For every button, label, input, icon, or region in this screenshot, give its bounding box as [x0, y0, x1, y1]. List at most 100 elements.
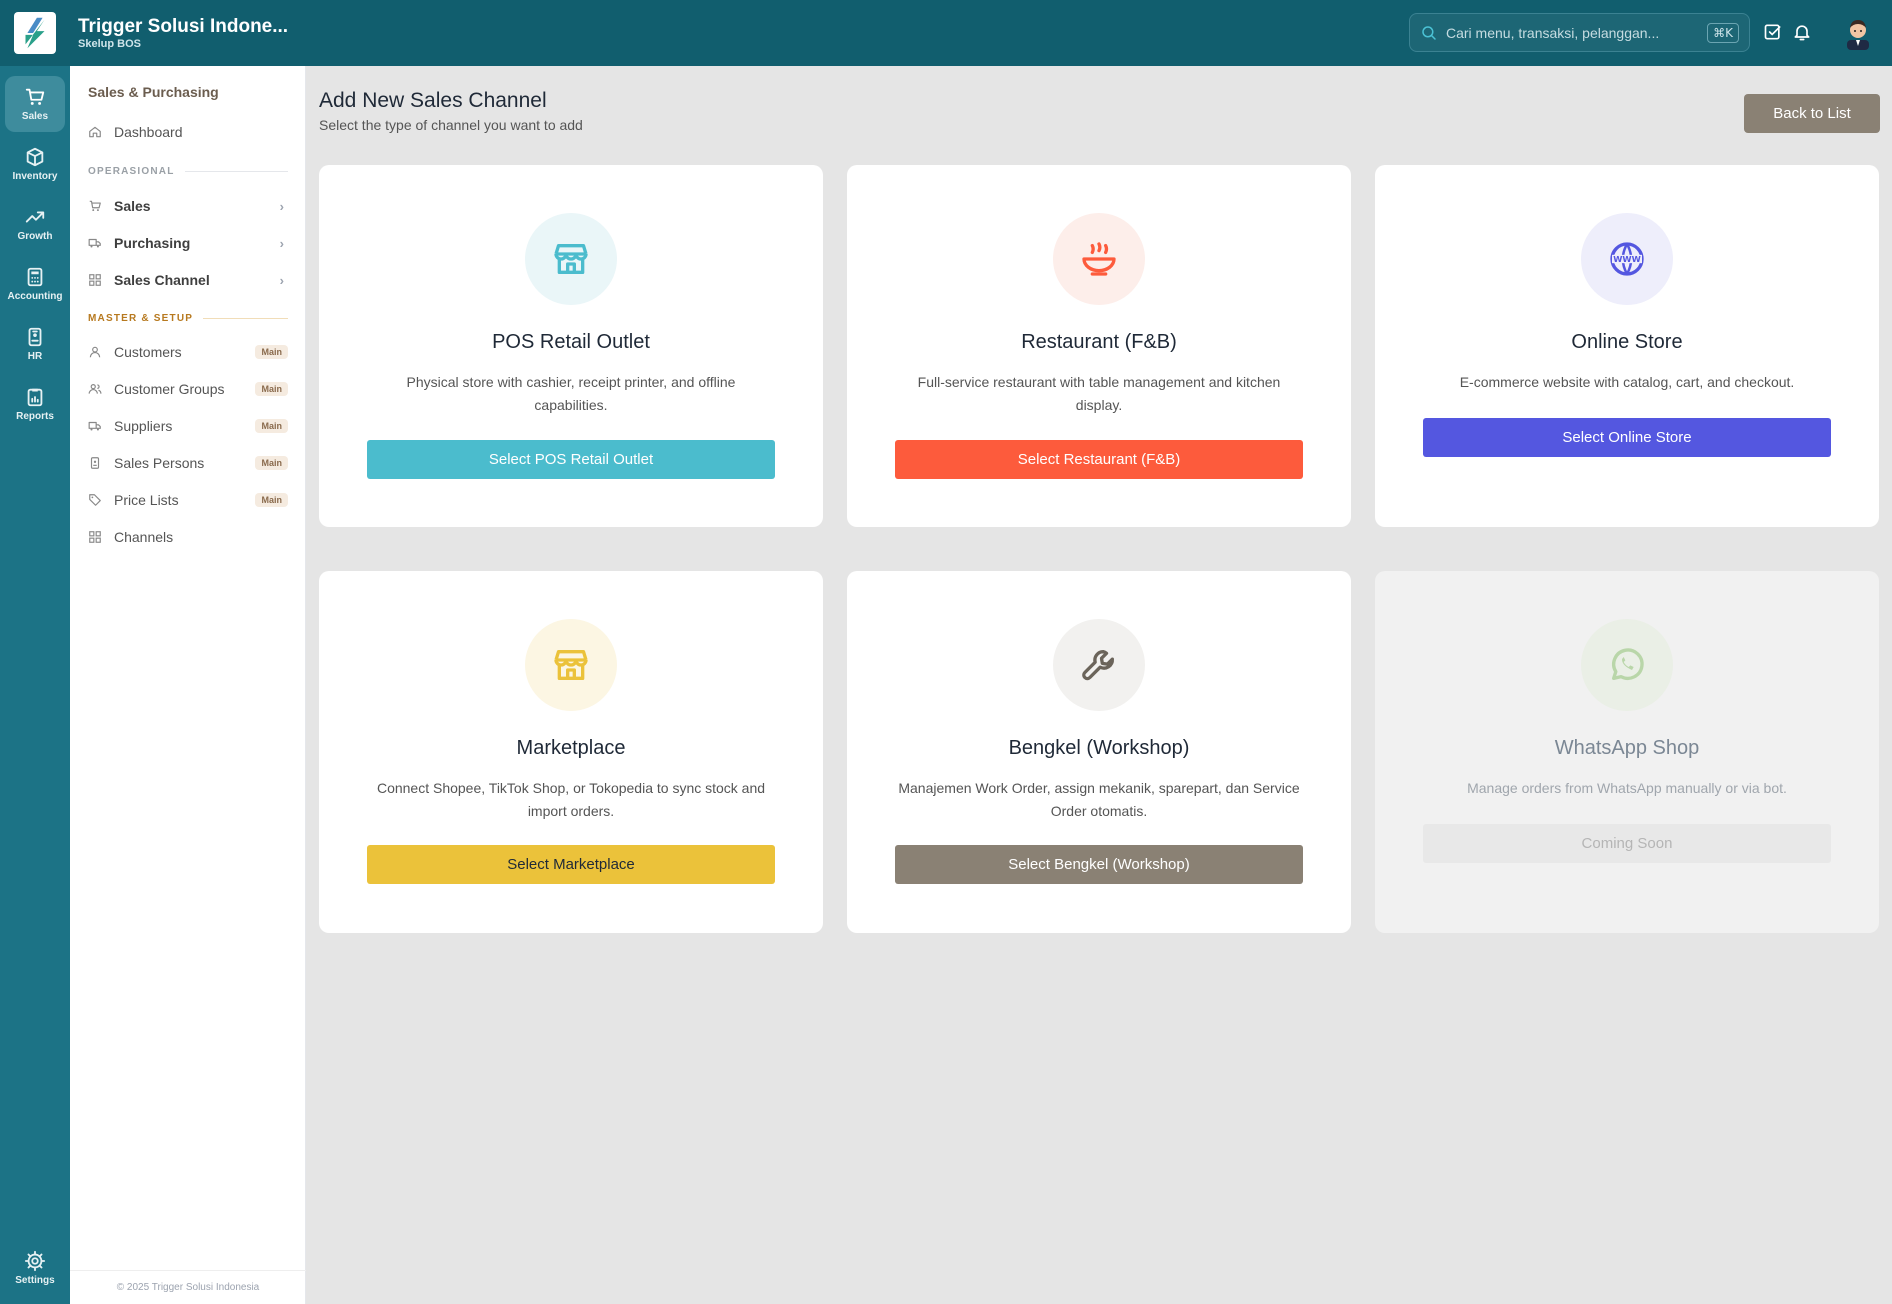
card-description: Connect Shopee, TikTok Shop, or Tokopedi… — [376, 780, 766, 819]
card-title: POS Retail Outlet — [492, 331, 650, 353]
select-bengkel-button[interactable]: Select Bengkel (Workshop) — [895, 845, 1303, 884]
rail-label: Sales — [21, 111, 49, 122]
main-badge: Main — [255, 493, 288, 507]
rail-label: Reports — [16, 411, 54, 422]
rail-item-reports[interactable]: Reports — [5, 376, 65, 432]
grid-icon — [89, 274, 101, 286]
card-description: Manage orders from WhatsApp manually or … — [1467, 780, 1787, 796]
nav-item-label: Price Lists — [114, 492, 179, 508]
search-input[interactable] — [1446, 24, 1696, 41]
nav-title: Sales & Purchasing — [88, 84, 219, 100]
nav-item-label: Sales Channel — [114, 272, 210, 288]
card-icon-wrap — [525, 213, 617, 305]
nav-item-label: Channels — [114, 529, 174, 545]
rail-label: Growth — [17, 231, 53, 242]
nav-item-label: Purchasing — [114, 235, 191, 251]
bell-icon[interactable] — [1792, 22, 1812, 42]
card-title: Restaurant (F&B) — [1021, 331, 1177, 353]
gear-icon — [24, 1250, 46, 1272]
grid-icon — [89, 531, 101, 543]
card-description: Full-service restaurant with table manag… — [917, 374, 1281, 413]
page-title: Add New Sales Channel — [319, 89, 547, 112]
logo-bolt-icon — [16, 14, 54, 52]
top-bar: Trigger Solusi Indone... Skelup BOS ⌘K — [0, 0, 1892, 66]
global-search[interactable]: ⌘K — [1409, 13, 1750, 52]
nav-item-suppliers[interactable]: Suppliers Main — [88, 411, 288, 441]
truck-icon — [88, 421, 101, 431]
select-pos-retail-button[interactable]: Select POS Retail Outlet — [367, 440, 775, 479]
id-badge-icon — [90, 457, 100, 469]
channel-card-bengkel: Bengkel (Workshop) Manajemen Work Order,… — [847, 571, 1351, 933]
globe-www-icon: WWW — [1610, 242, 1644, 276]
chevron-right-icon: › — [279, 272, 284, 288]
card-description: Manajemen Work Order, assign mekanik, sp… — [898, 780, 1300, 819]
nav-item-label: Customer Groups — [114, 381, 225, 397]
nav-item-label: Sales Persons — [114, 455, 205, 471]
nav-item-label: Dashboard — [114, 124, 183, 140]
nav-item-sales-persons[interactable]: Sales Persons Main — [88, 448, 288, 478]
storefront-icon — [554, 244, 588, 274]
rail-label: Accounting — [7, 291, 63, 302]
section-master-setup: MASTER & SETUP — [88, 313, 288, 324]
brand: Trigger Solusi Indone... Skelup BOS — [78, 16, 288, 51]
card-icon-wrap — [1053, 619, 1145, 711]
nav-item-customers[interactable]: Customers Main — [88, 337, 288, 367]
main-badge: Main — [255, 456, 288, 470]
main-badge: Main — [255, 345, 288, 359]
nav-item-purchasing[interactable]: Purchasing › — [88, 228, 288, 258]
user-icon — [89, 346, 101, 358]
rail-item-settings[interactable]: Settings — [5, 1240, 65, 1296]
select-online-store-button[interactable]: Select Online Store — [1423, 418, 1831, 457]
section-nav: Sales & Purchasing Dashboard OPERASIONAL… — [70, 66, 306, 1304]
main-badge: Main — [255, 419, 288, 433]
app-logo[interactable] — [14, 12, 56, 54]
channel-card-marketplace: Marketplace Connect Shopee, TikTok Shop,… — [319, 571, 823, 933]
nav-item-channels[interactable]: Channels — [88, 522, 288, 552]
nav-item-sales-channel[interactable]: Sales Channel › — [88, 265, 288, 295]
section-label: MASTER & SETUP — [88, 313, 194, 324]
rail-item-inventory[interactable]: Inventory — [5, 136, 65, 192]
channel-card-online-store: WWW Online Store E-commerce website with… — [1375, 165, 1879, 527]
card-icon-wrap — [1053, 213, 1145, 305]
search-icon — [1422, 25, 1436, 40]
channel-card-pos-retail: POS Retail Outlet Physical store with ca… — [319, 165, 823, 527]
rail-item-growth[interactable]: Growth — [5, 196, 65, 252]
back-to-list-button[interactable]: Back to List — [1744, 94, 1880, 133]
app-subtitle: Skelup BOS — [78, 38, 141, 50]
chevron-right-icon: › — [279, 235, 284, 251]
rail-label: Inventory — [12, 171, 58, 182]
card-title: Bengkel (Workshop) — [1008, 737, 1190, 759]
cart-icon — [89, 200, 101, 212]
nav-item-price-lists[interactable]: Price Lists Main — [88, 485, 288, 515]
wrench-icon — [1082, 650, 1114, 681]
rail-item-accounting[interactable]: Accounting — [5, 256, 65, 312]
module-rail: Sales Inventory Growth Accounting HR Rep… — [0, 66, 70, 1304]
nav-item-sales[interactable]: Sales › — [88, 191, 288, 221]
card-icon-wrap — [525, 619, 617, 711]
calculator-icon — [27, 267, 43, 287]
card-icon-wrap: WWW — [1581, 213, 1673, 305]
nav-item-customer-groups[interactable]: Customer Groups Main — [88, 374, 288, 404]
nav-item-label: Customers — [114, 344, 182, 360]
app-name: Trigger Solusi Indone... — [78, 16, 289, 37]
select-restaurant-button[interactable]: Select Restaurant (F&B) — [895, 440, 1303, 479]
svg-text:WWW: WWW — [1613, 254, 1641, 264]
card-title: Online Store — [1571, 331, 1683, 353]
report-icon — [27, 388, 43, 407]
channel-card-whatsapp: WhatsApp Shop Manage orders from WhatsAp… — [1375, 571, 1879, 933]
rail-item-sales[interactable]: Sales — [5, 76, 65, 132]
channel-card-restaurant: Restaurant (F&B) Full-service restaurant… — [847, 165, 1351, 527]
select-marketplace-button[interactable]: Select Marketplace — [367, 845, 775, 884]
nav-item-dashboard[interactable]: Dashboard — [88, 117, 288, 147]
rail-item-hr[interactable]: HR — [5, 316, 65, 372]
task-check-icon[interactable] — [1763, 22, 1783, 42]
card-title: WhatsApp Shop — [1554, 737, 1700, 759]
rail-label: HR — [27, 351, 43, 362]
nav-item-label: Suppliers — [114, 418, 173, 434]
user-avatar[interactable] — [1843, 16, 1873, 50]
copyright-footer: © 2025 Trigger Solusi Indonesia — [70, 1270, 306, 1304]
home-icon — [89, 126, 101, 138]
card-description: Physical store with cashier, receipt pri… — [406, 374, 736, 413]
card-title: Marketplace — [516, 737, 626, 759]
storefront-icon — [554, 650, 588, 680]
